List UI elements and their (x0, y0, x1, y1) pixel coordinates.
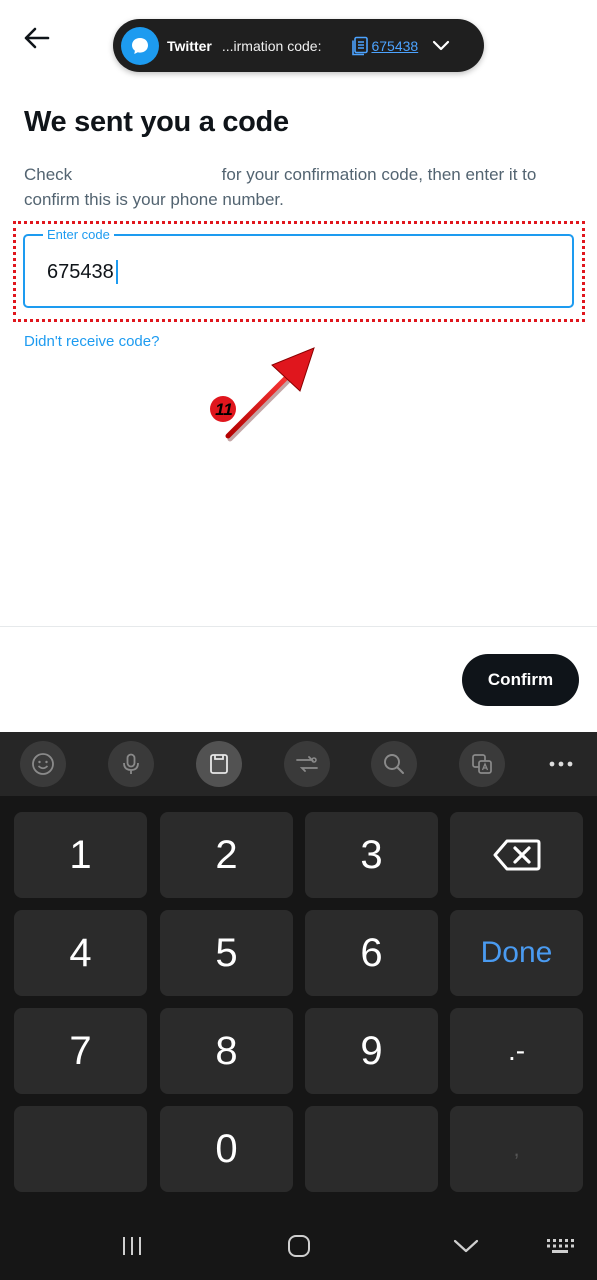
resend-code-link[interactable]: Didn't receive code? (24, 333, 159, 350)
backspace-icon (493, 839, 540, 871)
page-description: Check for your confirmation code, then e… (24, 162, 574, 212)
key-blank-left[interactable] (14, 1106, 147, 1192)
code-input-value[interactable]: 675438 (47, 260, 118, 284)
search-icon (384, 754, 404, 774)
numeric-keyboard: 1 2 3 4 5 6 Done 7 8 9 .- 0 , (0, 732, 597, 1280)
key-comma[interactable]: , (450, 1106, 583, 1192)
annotation-badge: 11 (210, 396, 236, 422)
description-start: Check (24, 165, 73, 184)
hide-keyboard-icon (453, 1239, 479, 1253)
keyboard-switch-button[interactable] (540, 1230, 580, 1262)
chat-bubble-icon (121, 26, 159, 65)
microphone-icon (123, 753, 139, 774)
mode-switch-icon (296, 756, 318, 772)
arrow-left-icon (24, 27, 50, 49)
text-cursor (115, 260, 118, 284)
home-icon (288, 1235, 310, 1257)
more-options-button[interactable] (540, 750, 582, 778)
back-button[interactable] (18, 20, 54, 56)
description-end: for your confirmation code, then enter i… (24, 165, 537, 209)
key-9[interactable]: 9 (305, 1008, 438, 1094)
expand-notification-button[interactable] (432, 40, 450, 52)
voice-input-button[interactable] (108, 741, 154, 787)
emoji-button[interactable] (20, 741, 66, 787)
done-key[interactable]: Done (450, 910, 583, 996)
copy-icon (352, 36, 369, 55)
emoji-icon (32, 753, 54, 775)
code-input[interactable]: Enter code 675438 (23, 227, 574, 308)
keyboard-toolbar (0, 732, 597, 796)
page-title: We sent you a code (24, 106, 289, 138)
annotation-arrow (225, 347, 315, 442)
keyboard-icon (547, 1239, 574, 1253)
mode-switch-button[interactable] (284, 741, 330, 787)
annotation-number: 11 (215, 400, 233, 419)
key-blank-right[interactable] (305, 1106, 438, 1192)
chevron-down-icon (433, 40, 450, 50)
code-input-label: Enter code (43, 227, 114, 243)
recent-apps-button[interactable] (112, 1230, 152, 1262)
notification-message: ...irmation code: (221, 37, 322, 54)
keyboard-search-button[interactable] (371, 741, 417, 787)
key-6[interactable]: 6 (305, 910, 438, 996)
backspace-key[interactable] (450, 812, 583, 898)
key-7[interactable]: 7 (14, 1008, 147, 1094)
key-2[interactable]: 2 (160, 812, 293, 898)
recent-apps-icon (123, 1237, 141, 1255)
translate-icon (472, 754, 492, 774)
system-nav-bar (0, 1212, 597, 1280)
notification-code: 675438 (371, 37, 419, 54)
clipboard-button[interactable] (196, 741, 242, 787)
footer-divider (0, 626, 597, 627)
key-5[interactable]: 5 (160, 910, 293, 996)
key-period-dash[interactable]: .- (450, 1008, 583, 1094)
copy-code-button[interactable]: 675438 (351, 36, 418, 56)
key-4[interactable]: 4 (14, 910, 147, 996)
code-value-text: 675438 (47, 260, 114, 283)
translate-button[interactable] (459, 741, 505, 787)
key-3[interactable]: 3 (305, 812, 438, 898)
key-8[interactable]: 8 (160, 1008, 293, 1094)
sms-notification[interactable]: Twitter ...irmation code: 675438 (113, 19, 484, 72)
confirm-button[interactable]: Confirm (462, 654, 579, 706)
hide-keyboard-button[interactable] (446, 1230, 486, 1262)
key-1[interactable]: 1 (14, 812, 147, 898)
key-0[interactable]: 0 (160, 1106, 293, 1192)
clipboard-icon (210, 754, 228, 774)
home-button[interactable] (279, 1230, 319, 1262)
more-icon (549, 761, 573, 767)
notification-app-name: Twitter (167, 37, 212, 54)
